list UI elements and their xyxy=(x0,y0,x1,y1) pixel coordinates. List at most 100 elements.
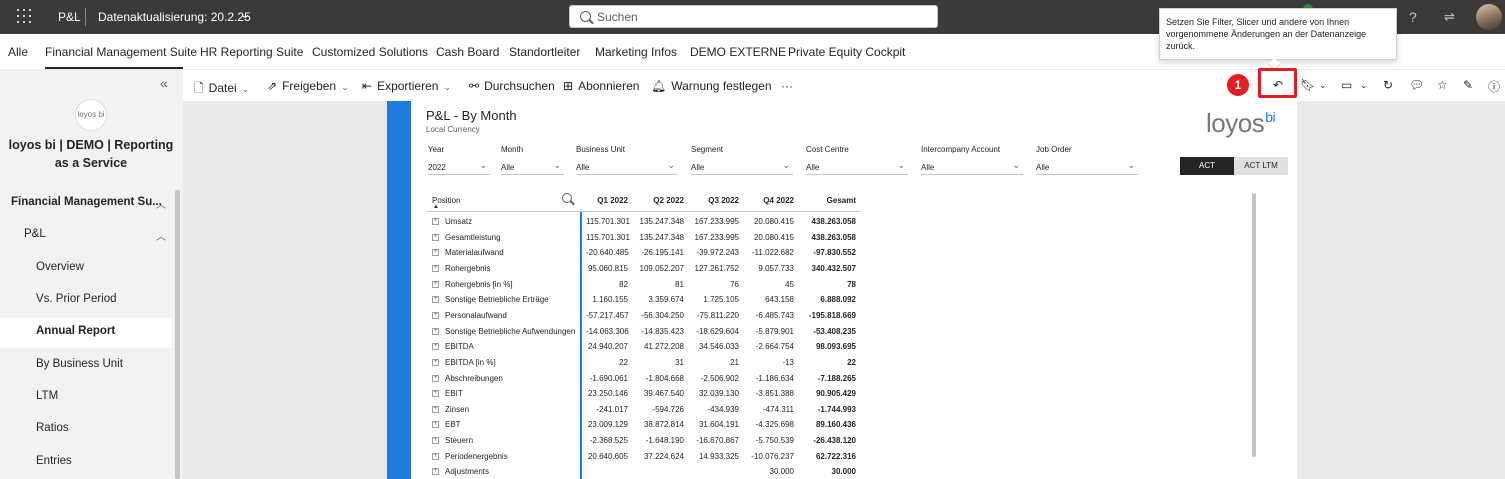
info-icon[interactable]: ⓘ xyxy=(1488,78,1500,95)
slicer-cost-centre[interactable]: Alle ⌄ xyxy=(806,158,908,175)
chevron-down-icon[interactable]: ⌄ xyxy=(238,7,251,21)
alert-label: Warnung festlegen xyxy=(671,79,772,93)
slicer-year[interactable]: 2022 ⌄ xyxy=(428,158,490,175)
slicer-business-unit[interactable]: Alle ⌄ xyxy=(576,158,678,175)
nav-item-by-business-unit[interactable]: By Business Unit xyxy=(36,358,123,370)
expand-icon[interactable]: + xyxy=(432,264,439,272)
explore-button[interactable]: ⚯ Durchsuchen xyxy=(469,79,555,93)
help-icon[interactable]: ? xyxy=(1409,9,1417,25)
tab-private-equity-cockpit[interactable]: Private Equity Cockpit xyxy=(788,45,905,59)
collapse-nav-icon[interactable]: « xyxy=(160,75,168,91)
expand-icon[interactable]: + xyxy=(432,452,439,460)
tab-cash-board[interactable]: Cash Board xyxy=(436,45,499,59)
tab-customized-solutions[interactable]: Customized Solutions xyxy=(312,45,428,59)
table-row[interactable]: + EBITDA 24.940.207 41.272.208 34.546.033 -2.… xyxy=(426,339,860,355)
expand-icon[interactable]: + xyxy=(432,468,439,476)
nav-item-vs-prior-period[interactable]: Vs. Prior Period xyxy=(36,293,117,305)
expand-icon[interactable]: + xyxy=(432,280,439,288)
subscribe-button[interactable]: ⊞ Abonnieren xyxy=(563,79,639,93)
tab-financial-management-suite[interactable]: Financial Management Suite xyxy=(45,45,197,59)
slicer-job-order[interactable]: Alle ⌄ xyxy=(1036,158,1138,175)
column-header-q3[interactable]: Q3 2022 xyxy=(688,196,739,205)
tab-hr-reporting-suite[interactable]: HR Reporting Suite xyxy=(200,45,303,59)
column-header-q2[interactable]: Q2 2022 xyxy=(634,196,684,205)
nav-item-entries[interactable]: Entries xyxy=(36,455,72,467)
view-icon[interactable]: ▭ xyxy=(1341,78,1352,92)
slicer-segment[interactable]: Alle ⌄ xyxy=(691,158,793,175)
table-row[interactable]: + Abschreibungen -1.690.061 -1.804.668 -2.50… xyxy=(426,371,860,387)
tab-alle[interactable]: Alle xyxy=(8,45,28,59)
chevron-up-icon[interactable]: ︿ xyxy=(156,196,166,211)
export-menu-button[interactable]: ⇤ Exportieren ⌄ xyxy=(362,79,451,93)
expand-icon[interactable]: + xyxy=(432,327,439,335)
more-options-button[interactable]: ··· xyxy=(781,79,793,93)
expand-icon[interactable]: + xyxy=(432,296,439,304)
tab-demo-externe[interactable]: DEMO EXTERNE xyxy=(690,45,786,59)
column-header-q1[interactable]: Q1 2022 xyxy=(586,196,628,205)
table-row[interactable]: + Personalaufwand -57.217.457 -56.304.250 -7… xyxy=(426,308,860,324)
star-icon[interactable]: ☆ xyxy=(1437,78,1448,92)
app-launcher-icon[interactable] xyxy=(17,9,31,23)
chevron-up-icon[interactable]: ︿ xyxy=(156,228,166,243)
set-alert-button[interactable]: 🔔︎ Warnung festlegen xyxy=(651,79,772,93)
expand-icon[interactable]: + xyxy=(432,233,439,241)
matrix-scrollbar[interactable] xyxy=(1252,193,1256,457)
nav-item-ltm[interactable]: LTM xyxy=(36,390,58,402)
search-icon[interactable] xyxy=(562,193,572,203)
comment-icon[interactable]: 💬︎ xyxy=(1409,78,1424,92)
slicer-intercompany-account[interactable]: Alle ⌄ xyxy=(921,158,1023,175)
toggle-act-button[interactable]: ACT xyxy=(1180,157,1234,175)
tab-marketing-infos[interactable]: Marketing Infos xyxy=(595,45,677,59)
expand-icon[interactable]: + xyxy=(432,421,439,429)
nav-scrollbar[interactable] xyxy=(175,190,180,479)
table-row[interactable]: + Rohergebnis 95.060.815 109.052.207 127.261… xyxy=(426,261,860,277)
bookmark-icon[interactable]: 🔖︎ xyxy=(1300,78,1315,92)
table-row[interactable]: + Sonstige Betriebliche Aufwendungen -14.0… xyxy=(426,324,860,340)
column-header-gesamt[interactable]: Gesamt xyxy=(798,196,856,205)
nav-item-overview[interactable]: Overview xyxy=(36,261,84,273)
table-row[interactable]: + Materialaufwand -20.640.485 -26.195.141 -3… xyxy=(426,245,860,261)
row-label: Adjustments xyxy=(445,467,490,477)
value-cell: 24.940.207 xyxy=(587,342,628,352)
expand-icon[interactable]: + xyxy=(432,311,439,319)
table-row[interactable]: + Umsatz 115.701.301 135.247.348 167.233.995… xyxy=(426,214,860,230)
table-row[interactable]: + EBIT 23.250.146 39.467.540 32.039.130 -3.85… xyxy=(426,386,860,402)
expand-icon[interactable]: + xyxy=(432,343,439,351)
table-row[interactable]: + Adjustments 30.000 30.000 xyxy=(426,464,860,479)
table-row[interactable]: + Steuern -2.368.525 -1.648.190 -16.670.867 -… xyxy=(426,433,860,449)
nav-item-ratios[interactable]: Ratios xyxy=(36,422,69,434)
search-input[interactable]: Suchen xyxy=(569,5,938,28)
edit-icon[interactable]: ✎ xyxy=(1463,78,1473,92)
slicer-month[interactable]: Alle ⌄ xyxy=(501,158,564,175)
table-row[interactable]: + Zinsen -241.017 -594.726 -434.939 -474.311 -… xyxy=(426,402,860,418)
report-title: P&L - By Month xyxy=(426,108,517,123)
refresh-icon[interactable]: ↻ xyxy=(1383,78,1393,92)
table-row[interactable]: + Gesamtleistung 115.701.301 135.247.348 167… xyxy=(426,230,860,246)
share-menu-button[interactable]: ⇗ Freigeben ⌄ xyxy=(267,79,349,93)
table-row[interactable]: + Periodenergebnis 20.640.605 37.224.624 14.… xyxy=(426,449,860,465)
data-refresh-label[interactable]: Datenaktualisierung: 20.2.25 xyxy=(98,10,251,24)
expand-icon[interactable]: + xyxy=(432,390,439,398)
table-row[interactable]: + Sonstige Betriebliche Erträge 1.160.155 3… xyxy=(426,292,860,308)
avatar[interactable] xyxy=(1476,4,1502,30)
table-row[interactable]: + EBITDA [in %] 22 31 21 -13 22 xyxy=(426,355,860,371)
chevron-down-icon[interactable]: ⌄ xyxy=(1319,80,1327,91)
chevron-down-icon[interactable]: ⌄ xyxy=(1360,80,1368,91)
table-row[interactable]: + Rohergebnis [in %] 82 81 76 45 78 xyxy=(426,277,860,293)
expand-icon[interactable]: + xyxy=(432,218,439,225)
column-header-q4[interactable]: Q4 2022 xyxy=(744,196,794,205)
expand-icon[interactable]: + xyxy=(432,358,439,366)
nav-subsection-pl[interactable]: P&L xyxy=(24,228,46,240)
toggle-act-ltm-button[interactable]: ACT LTM xyxy=(1234,157,1288,175)
expand-icon[interactable]: + xyxy=(432,374,439,382)
share-icon[interactable]: ⇌ xyxy=(1444,9,1455,25)
expand-icon[interactable]: + xyxy=(432,249,439,257)
expand-icon[interactable]: + xyxy=(432,437,439,445)
nav-section-financial-management[interactable]: Financial Management Su... xyxy=(11,196,162,208)
tab-standortleiter[interactable]: Standortleiter xyxy=(509,45,580,59)
file-menu-button[interactable]: 🗋 Datei ⌄ xyxy=(194,79,249,100)
value-cell: 22 xyxy=(619,357,628,367)
table-row[interactable]: + EBT 23.009.129 38.872.814 31.604.191 -4.325… xyxy=(426,417,860,433)
expand-icon[interactable]: + xyxy=(432,405,439,413)
nav-item-annual-report[interactable]: Annual Report xyxy=(36,325,115,337)
